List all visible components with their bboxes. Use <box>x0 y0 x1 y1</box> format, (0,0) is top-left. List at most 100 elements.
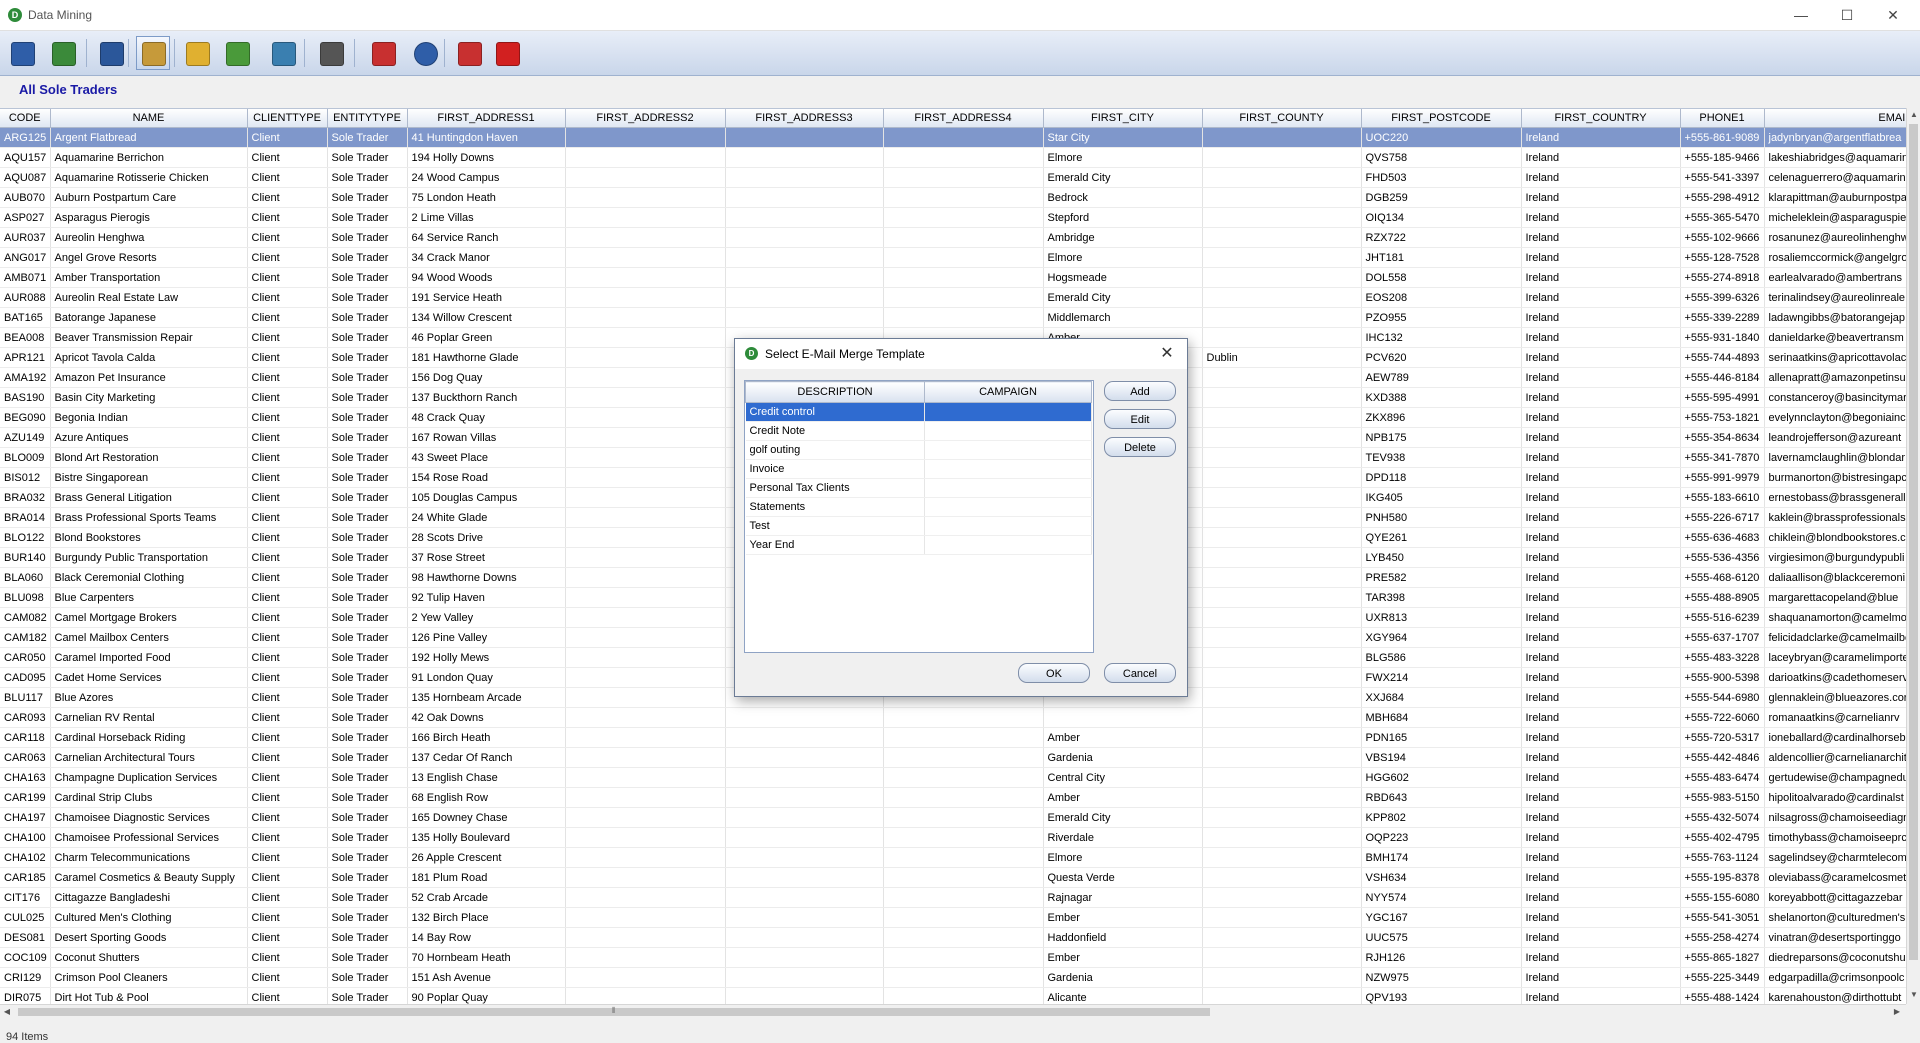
table-cell: RBD643 <box>1361 787 1522 808</box>
table-cell: AMB071 <box>0 267 51 288</box>
column-header-email1[interactable]: EMAIL1 <box>1764 109 1906 128</box>
table-row[interactable]: CIT176 Cittagazze Bangladeshi Client Sole T… <box>0 887 1906 908</box>
template-list-item[interactable]: Test <box>745 516 1092 536</box>
minimize-button[interactable]: — <box>1778 0 1824 30</box>
scroll-left-icon[interactable]: ◀ <box>0 1005 14 1019</box>
table-row[interactable]: CHA100 Chamoisee Professional Services Cli… <box>0 827 1906 848</box>
screen-export-button[interactable] <box>266 36 300 70</box>
table-row[interactable]: AUB070 Auburn Postpartum Care Client Sole T… <box>0 187 1906 208</box>
table-row[interactable]: CUL025 Cultured Men's Clothing Client Sole … <box>0 907 1906 928</box>
column-header-first-county[interactable]: FIRST_COUNTY <box>1202 109 1362 128</box>
table-row[interactable]: CRI129 Crimson Pool Cleaners Client Sole Tr… <box>0 967 1906 988</box>
table-row[interactable]: AQU157 Aquamarine Berrichon Client Sole Tra… <box>0 147 1906 168</box>
table-cell: +555-468-6120 <box>1680 567 1765 588</box>
table-row[interactable]: ASP027 Asparagus Pierogis Client Sole Trade… <box>0 207 1906 228</box>
table-row[interactable]: DIR075 Dirt Hot Tub & Pool Client Sole Trad… <box>0 987 1906 1005</box>
table-row[interactable]: CAR063 Carnelian Architectural Tours Clien… <box>0 747 1906 768</box>
clear-button[interactable] <box>452 36 486 70</box>
table-cell <box>725 227 884 248</box>
column-header-first-address3[interactable]: FIRST_ADDRESS3 <box>725 109 884 128</box>
column-header-first-address4[interactable]: FIRST_ADDRESS4 <box>883 109 1044 128</box>
column-header-description[interactable]: DESCRIPTION <box>745 381 925 403</box>
table-row[interactable]: CHA102 Charm Telecommunications Client Sole… <box>0 847 1906 868</box>
column-header-code[interactable]: CODE <box>0 109 51 128</box>
template-list-item[interactable]: Statements <box>745 497 1092 517</box>
table-row[interactable]: CAR118 Cardinal Horseback Riding Client Sol… <box>0 727 1906 748</box>
table-row[interactable]: AUR088 Aureolin Real Estate Law Client Sole… <box>0 287 1906 308</box>
table-cell <box>1202 907 1362 928</box>
scroll-up-icon[interactable]: ▲ <box>1907 108 1920 122</box>
edit-button[interactable]: Edit <box>1104 409 1176 429</box>
column-header-first-country[interactable]: FIRST_COUNTRY <box>1521 109 1681 128</box>
column-header-campaign[interactable]: CAMPAIGN <box>924 381 1092 403</box>
email-button[interactable] <box>136 36 170 70</box>
save-button[interactable] <box>5 36 39 70</box>
table-cell <box>565 787 726 808</box>
column-header-clienttype[interactable]: CLIENTTYPE <box>247 109 328 128</box>
close-window-button[interactable]: ✕ <box>1870 0 1916 30</box>
table-cell: DES081 <box>0 927 51 948</box>
table-cell <box>883 867 1044 888</box>
table-cell: Stepford <box>1043 207 1203 228</box>
delete-button[interactable]: Delete <box>1104 437 1176 457</box>
template-list-item[interactable]: Year End <box>745 535 1092 555</box>
table-row[interactable]: AUR037 Aureolin Henghwa Client Sole Trader 6… <box>0 227 1906 248</box>
table-cell: 43 Sweet Place <box>407 447 566 468</box>
add-button[interactable]: Add <box>1104 381 1176 401</box>
table-row[interactable]: CHA197 Chamoisee Diagnostic Services Clien… <box>0 807 1906 828</box>
column-header-phone1[interactable]: PHONE1 <box>1680 109 1765 128</box>
table-row[interactable]: CAR199 Cardinal Strip Clubs Client Sole Tra… <box>0 787 1906 808</box>
template-list-item[interactable]: Credit Note <box>745 421 1092 441</box>
column-header-first-postcode[interactable]: FIRST_POSTCODE <box>1361 109 1522 128</box>
table-row[interactable]: ARG125 Argent Flatbread Client Sole Trader 4… <box>0 127 1906 148</box>
column-header-entitytype[interactable]: ENTITYTYPE <box>327 109 408 128</box>
delete-record-button[interactable] <box>366 36 400 70</box>
column-header-name[interactable]: NAME <box>50 109 248 128</box>
column-header-first-address1[interactable]: FIRST_ADDRESS1 <box>407 109 566 128</box>
maximize-button[interactable]: ☐ <box>1824 0 1870 30</box>
search-button[interactable] <box>408 36 442 70</box>
table-cell: Client <box>247 467 328 488</box>
horizontal-scrollbar[interactable]: ◀ ⦀ ▶ <box>0 1004 1906 1018</box>
print-button[interactable] <box>314 36 348 70</box>
column-header-first-address2[interactable]: FIRST_ADDRESS2 <box>565 109 726 128</box>
column-header-first-city[interactable]: FIRST_CITY <box>1043 109 1203 128</box>
template-list-item[interactable]: golf outing <box>745 440 1092 460</box>
scroll-right-icon[interactable]: ▶ <box>1890 1005 1904 1019</box>
table-cell: +555-722-6060 <box>1680 707 1765 728</box>
table-cell: Ireland <box>1521 507 1681 528</box>
table-row[interactable]: CAR093 Carnelian RV Rental Client Sole Trad… <box>0 707 1906 728</box>
table-cell: Sole Trader <box>327 927 408 948</box>
table-cell: Client <box>247 147 328 168</box>
table-cell: Client <box>247 667 328 688</box>
table-row[interactable]: BAT165 Batorange Japanese Client Sole Trade… <box>0 307 1906 328</box>
upload-button[interactable] <box>46 36 80 70</box>
table-cell: Emerald City <box>1043 807 1203 828</box>
scroll-down-icon[interactable]: ▼ <box>1907 988 1920 1002</box>
table-row[interactable]: CHA163 Champagne Duplication Services Clie… <box>0 767 1906 788</box>
table-cell: KPP802 <box>1361 807 1522 828</box>
table-row[interactable]: COC109 Coconut Shutters Client Sole Trader 7… <box>0 947 1906 968</box>
mail-export-button[interactable] <box>180 36 214 70</box>
table-cell: 28 Scots Drive <box>407 527 566 548</box>
exit-button[interactable] <box>490 36 524 70</box>
table-cell <box>883 887 1044 908</box>
vertical-scrollbar[interactable]: ▲ ▼ <box>1906 108 1920 1004</box>
table-cell: klarapittman@auburnpostpa <box>1764 187 1906 208</box>
word-button[interactable] <box>94 36 128 70</box>
dialog-close-button[interactable]: ✕ <box>1153 341 1181 367</box>
template-list-item[interactable]: Invoice <box>745 459 1092 479</box>
screen-export-icon <box>272 42 296 66</box>
template-list-item[interactable]: Credit control <box>745 402 1092 422</box>
table-row[interactable]: AQU087 Aquamarine Rotisserie Chicken Clien… <box>0 167 1906 188</box>
cancel-button[interactable]: Cancel <box>1104 663 1176 683</box>
table-row[interactable]: CAR185 Caramel Cosmetics & Beauty Supply C… <box>0 867 1906 888</box>
table-row[interactable]: DES081 Desert Sporting Goods Client Sole Tr… <box>0 927 1906 948</box>
table-row[interactable]: ANG017 Angel Grove Resorts Client Sole Trad… <box>0 247 1906 268</box>
table-cell <box>725 807 884 828</box>
template-list-item[interactable]: Personal Tax Clients <box>745 478 1092 498</box>
table-row[interactable]: AMB071 Amber Transportation Client Sole Tra… <box>0 267 1906 288</box>
document-export-button[interactable] <box>220 36 254 70</box>
ok-button[interactable]: OK <box>1018 663 1090 683</box>
vertical-scroll-thumb[interactable] <box>1909 124 1918 960</box>
